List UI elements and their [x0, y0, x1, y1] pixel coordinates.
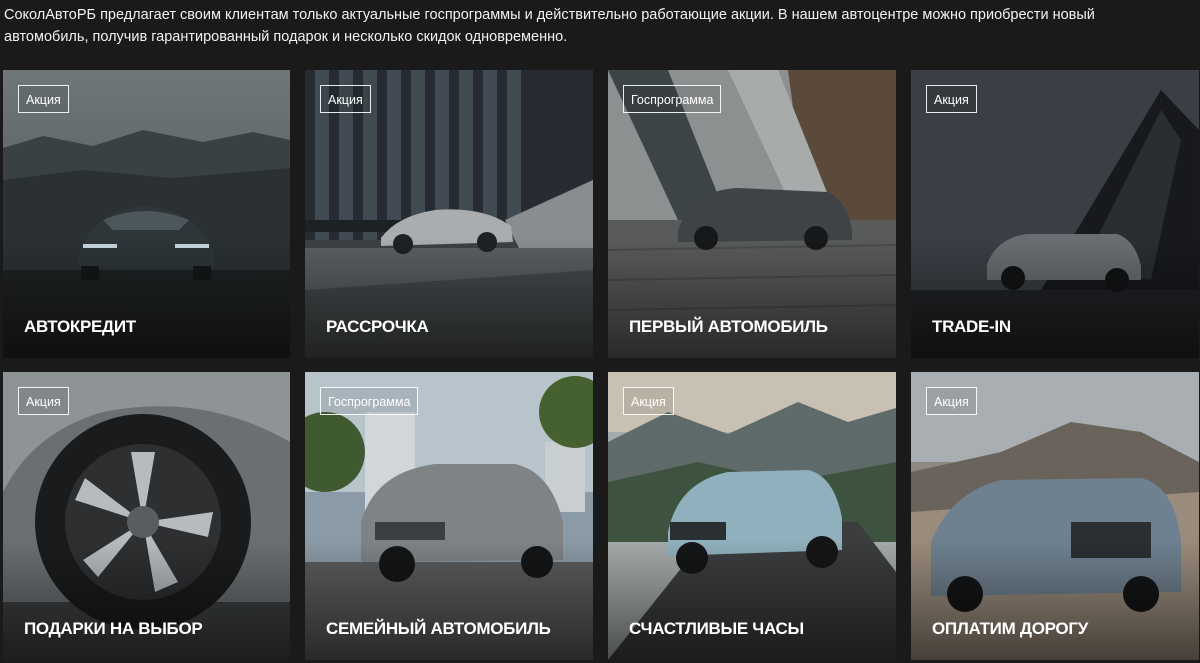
card-shade — [305, 238, 593, 358]
promo-card-installment[interactable]: Акция РАССРОЧКА — [305, 70, 593, 358]
promo-badge: Акция — [18, 387, 69, 415]
promo-title: СЕМЕЙНЫЙ АВТОМОБИЛЬ — [326, 619, 551, 638]
promo-title: ПЕРВЫЙ АВТОМОБИЛЬ — [629, 317, 828, 336]
promo-title: TRADE-IN — [932, 317, 1011, 336]
promo-title: ПОДАРКИ НА ВЫБОР — [24, 619, 203, 638]
promo-card-first-car[interactable]: Госпрограмма ПЕРВЫЙ АВТОМОБИЛЬ — [608, 70, 896, 358]
promo-card-road-payment[interactable]: Акция ОПЛАТИМ ДОРОГУ — [911, 372, 1199, 660]
promo-badge: Акция — [926, 85, 977, 113]
card-shade — [911, 238, 1199, 358]
promo-card-gifts[interactable]: Акция ПОДАРКИ НА ВЫБОР — [3, 372, 290, 660]
intro-line-2: автомобиль, получив гарантированный пода… — [4, 29, 568, 45]
promo-badge: Акция — [623, 387, 674, 415]
promotions-page: СоколАвтоРБ предлагает своим клиентам то… — [0, 0, 1200, 663]
promo-title: СЧАСТЛИВЫЕ ЧАСЫ — [629, 619, 804, 638]
promo-badge: Акция — [320, 85, 371, 113]
intro-line-1: СоколАвтоРБ предлагает своим клиентам то… — [4, 7, 1095, 23]
promo-badge: Акция — [18, 85, 69, 113]
card-shade — [911, 540, 1199, 660]
intro-text: СоколАвтоРБ предлагает своим клиентам то… — [4, 4, 1164, 48]
promo-title: АВТОКРЕДИТ — [24, 317, 136, 336]
promo-badge: Акция — [926, 387, 977, 415]
card-shade — [608, 540, 896, 660]
card-shade — [305, 540, 593, 660]
promo-grid: Акция АВТОКРЕДИТ Акция РАССРОЧКА Госпрог… — [3, 70, 1199, 663]
promo-badge: Госпрограмма — [623, 85, 722, 113]
card-shade — [3, 540, 290, 660]
card-shade — [3, 238, 290, 358]
promo-card-trade-in[interactable]: Акция TRADE-IN — [911, 70, 1199, 358]
promo-card-family-car[interactable]: Госпрограмма СЕМЕЙНЫЙ АВТОМОБИЛЬ — [305, 372, 593, 660]
promo-title: РАССРОЧКА — [326, 317, 429, 336]
promo-card-autocredit[interactable]: Акция АВТОКРЕДИТ — [3, 70, 290, 358]
card-shade — [608, 238, 896, 358]
promo-badge: Госпрограмма — [320, 387, 419, 415]
promo-card-happy-hours[interactable]: Акция СЧАСТЛИВЫЕ ЧАСЫ — [608, 372, 896, 660]
promo-title: ОПЛАТИМ ДОРОГУ — [932, 619, 1088, 638]
